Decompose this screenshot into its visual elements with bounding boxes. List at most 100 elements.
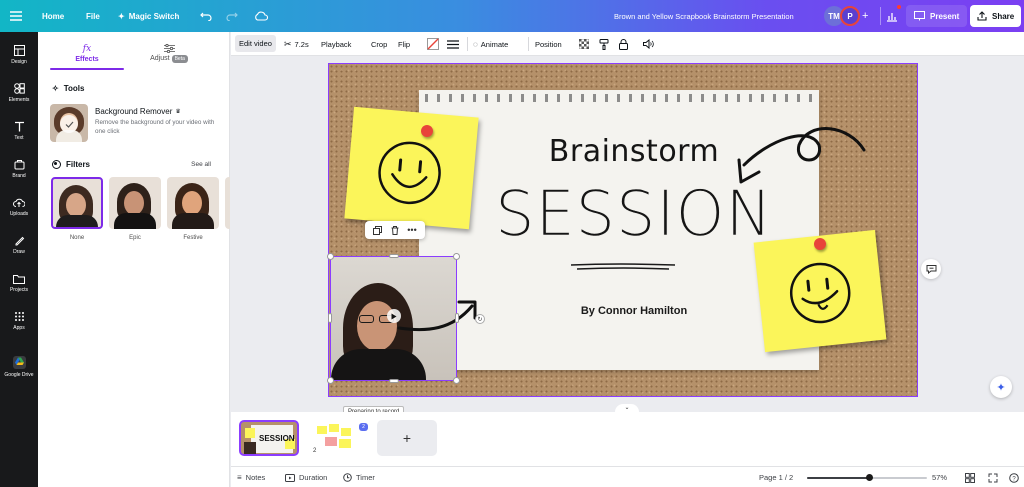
page-thumbnails: SESSION 2 2 + bbox=[231, 412, 1024, 466]
rail-item-design[interactable]: Design bbox=[0, 36, 38, 74]
page-indicator[interactable]: Page 1 / 2 bbox=[759, 467, 793, 487]
resize-handle[interactable] bbox=[453, 377, 460, 384]
collaborator-avatar-p[interactable]: P bbox=[840, 0, 860, 32]
file-menu[interactable]: File bbox=[86, 0, 100, 32]
fullscreen-icon[interactable] bbox=[988, 467, 998, 487]
shapes-icon bbox=[13, 83, 25, 94]
timer-button[interactable]: Timer bbox=[343, 467, 375, 487]
zoom-level[interactable]: 57% bbox=[932, 467, 947, 487]
position-button[interactable]: Position bbox=[535, 32, 562, 56]
magic-assistant-button[interactable]: ✦ bbox=[990, 376, 1012, 398]
grid-view-icon[interactable] bbox=[965, 467, 975, 487]
zoom-slider-fill bbox=[807, 476, 870, 479]
undo-icon[interactable] bbox=[200, 0, 212, 32]
filter-epic-card[interactable] bbox=[109, 177, 161, 229]
tab-adjust-label: Adjust bbox=[150, 55, 170, 62]
cloud-save-icon[interactable] bbox=[254, 0, 268, 32]
text-icon bbox=[14, 121, 24, 132]
share-button[interactable]: Share bbox=[970, 0, 1022, 32]
rail-item-apps[interactable]: Apps bbox=[0, 302, 38, 340]
rail-item-google-drive[interactable]: Google Drive bbox=[0, 348, 38, 386]
notes-label: Notes bbox=[245, 473, 266, 482]
apps-grid-icon bbox=[14, 312, 24, 321]
filter-festive-card[interactable] bbox=[167, 177, 219, 229]
duration-button[interactable]: Duration bbox=[285, 467, 327, 487]
filter-none-card[interactable] bbox=[51, 177, 103, 229]
video-selection-box[interactable] bbox=[327, 253, 460, 384]
rail-item-brand[interactable]: Brand bbox=[0, 150, 38, 188]
zoom-slider[interactable] bbox=[807, 467, 927, 487]
thumb-title: SESSION bbox=[259, 434, 295, 443]
resize-handle[interactable] bbox=[328, 313, 332, 323]
footer-bar: ≡ Notes Duration Timer Page 1 / 2 57% ? bbox=[231, 466, 1024, 487]
trim-button[interactable]: ✂ 7.2s bbox=[284, 32, 309, 56]
rail-item-elements[interactable]: Elements bbox=[0, 74, 38, 112]
delete-icon[interactable] bbox=[391, 225, 399, 235]
volume-icon[interactable] bbox=[643, 32, 654, 56]
present-button[interactable]: Present bbox=[906, 0, 968, 32]
rail-label: Brand bbox=[12, 173, 26, 179]
add-page-button[interactable]: + bbox=[377, 420, 437, 456]
resize-handle[interactable] bbox=[327, 377, 334, 384]
duplicate-icon[interactable] bbox=[373, 225, 383, 235]
resize-handle[interactable] bbox=[453, 253, 460, 260]
chevron-down-icon: ⌄ bbox=[624, 405, 630, 411]
rail-item-draw[interactable]: Draw bbox=[0, 226, 38, 264]
rail-item-projects[interactable]: Projects bbox=[0, 264, 38, 302]
background-remover-tool[interactable]: Background Remover ♛ Remove the backgrou… bbox=[50, 104, 222, 142]
page-thumbnail-2[interactable]: 2 2 bbox=[311, 420, 371, 456]
comment-button[interactable] bbox=[921, 259, 941, 279]
insights-button[interactable] bbox=[886, 0, 901, 32]
bar-chart-icon bbox=[887, 12, 897, 22]
border-color-icon[interactable] bbox=[427, 32, 439, 56]
crop-button[interactable]: Crop bbox=[371, 32, 387, 56]
background-remover-description: Remove the background of your video with… bbox=[95, 119, 215, 135]
rail-label: Uploads bbox=[9, 211, 29, 217]
menu-icon[interactable] bbox=[10, 0, 22, 32]
page-duration: 2 bbox=[313, 448, 317, 454]
rail-label: Text bbox=[14, 135, 24, 141]
present-icon bbox=[914, 11, 925, 21]
filter-next-card[interactable] bbox=[225, 177, 230, 229]
resize-handle[interactable] bbox=[389, 379, 399, 383]
notes-icon: ≡ bbox=[237, 473, 242, 482]
more-options-icon[interactable]: ••• bbox=[407, 225, 416, 235]
sticky-note-left[interactable] bbox=[344, 106, 479, 230]
paint-format-icon[interactable] bbox=[599, 32, 609, 56]
rotate-icon[interactable]: ↻ bbox=[475, 314, 485, 324]
redo-icon[interactable] bbox=[226, 0, 238, 32]
tab-adjust[interactable]: Adjust Beta bbox=[134, 38, 204, 68]
notes-button[interactable]: ≡ Notes bbox=[237, 467, 265, 487]
resize-handle[interactable] bbox=[389, 254, 399, 258]
upload-cloud-icon bbox=[13, 198, 25, 207]
rail-item-uploads[interactable]: Uploads bbox=[0, 188, 38, 226]
collapse-pages-toggle[interactable]: ⌄ bbox=[615, 404, 639, 412]
magic-switch-button[interactable]: ✦ Magic Switch bbox=[118, 0, 179, 32]
flip-button[interactable]: Flip bbox=[398, 32, 410, 56]
fx-icon: fx bbox=[82, 43, 92, 54]
slide-canvas[interactable]: Brainstorm SESSION By Connor Hamilton ••… bbox=[327, 63, 918, 397]
border-style-icon[interactable] bbox=[447, 32, 459, 56]
add-collaborator-icon[interactable]: + bbox=[862, 0, 868, 32]
page-thumbnail-1[interactable]: SESSION bbox=[239, 420, 299, 456]
document-title[interactable]: Brown and Yellow Scrapbook Brainstorm Pr… bbox=[614, 0, 794, 32]
resize-handle[interactable] bbox=[327, 253, 334, 260]
filters-icon bbox=[52, 160, 61, 169]
tab-effects[interactable]: fx Effects bbox=[52, 38, 122, 68]
edit-video-button[interactable]: Edit video bbox=[235, 35, 276, 52]
tongue-smiley-icon bbox=[789, 262, 851, 324]
see-all-link[interactable]: See all bbox=[191, 161, 211, 168]
zoom-slider-thumb[interactable] bbox=[866, 473, 874, 481]
resize-handle[interactable] bbox=[455, 313, 459, 323]
scissors-icon: ✂ bbox=[284, 38, 292, 49]
top-bar: Home File ✦ Magic Switch Brown and Yello… bbox=[0, 0, 1024, 32]
home-button[interactable]: Home bbox=[42, 0, 64, 32]
playback-button[interactable]: Playback bbox=[321, 32, 351, 56]
animate-button[interactable]: ◌ Animate bbox=[473, 32, 508, 56]
plus-icon: + bbox=[402, 430, 412, 446]
lock-icon[interactable] bbox=[619, 32, 628, 56]
transparency-icon[interactable] bbox=[579, 32, 589, 56]
rail-item-text[interactable]: Text bbox=[0, 112, 38, 150]
help-icon[interactable]: ? bbox=[1009, 467, 1019, 487]
check-icon bbox=[60, 115, 78, 133]
